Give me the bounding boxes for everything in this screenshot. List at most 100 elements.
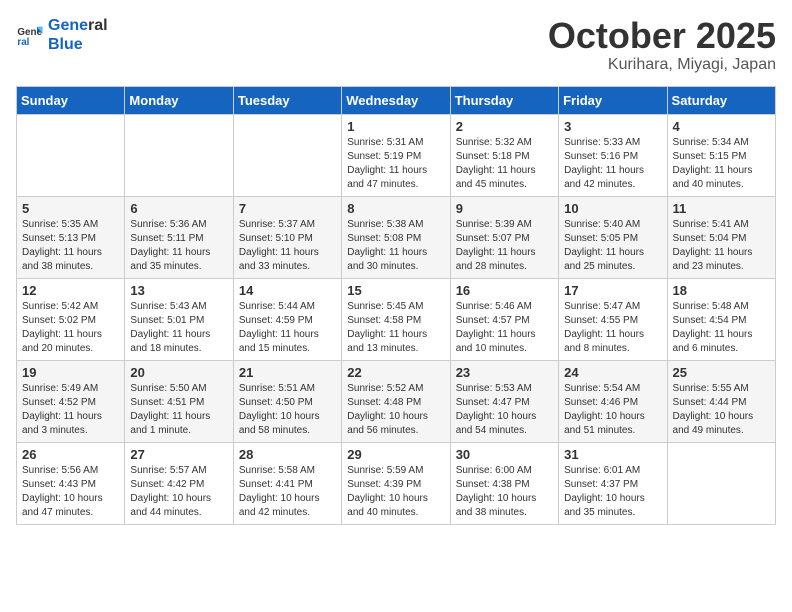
day-info: Sunrise: 5:39 AM Sunset: 5:07 PM Dayligh… xyxy=(456,218,553,274)
day-info: Sunrise: 5:34 AM Sunset: 5:15 PM Dayligh… xyxy=(673,136,770,192)
day-number: 5 xyxy=(22,201,119,216)
calendar-cell: 23 Sunrise: 5:53 AM Sunset: 4:47 PM Dayli… xyxy=(450,360,558,442)
title-block: October 2025 Kurihara, Miyagi, Japan xyxy=(548,16,776,74)
day-number: 3 xyxy=(564,119,661,134)
day-number: 29 xyxy=(347,447,444,462)
calendar-week-2: 5 Sunrise: 5:35 AM Sunset: 5:13 PM Daylig… xyxy=(17,196,776,278)
logo-text: General Blue xyxy=(48,16,108,54)
day-info: Sunrise: 5:46 AM Sunset: 4:57 PM Dayligh… xyxy=(456,300,553,356)
day-info: Sunrise: 5:49 AM Sunset: 4:52 PM Dayligh… xyxy=(22,382,119,438)
weekday-header-tuesday: Tuesday xyxy=(233,86,341,114)
day-number: 2 xyxy=(456,119,553,134)
logo-icon: Gene ral xyxy=(16,21,44,49)
calendar-cell: 13Sunrise: 5:43 AM Sunset: 5:01 PM Dayli… xyxy=(125,278,233,360)
svg-text:ral: ral xyxy=(17,37,29,48)
day-info: Sunrise: 5:42 AM Sunset: 5:02 PM Dayligh… xyxy=(22,300,119,356)
page-header: Gene ral General Blue October 2025 Kurih… xyxy=(16,16,776,74)
calendar-cell xyxy=(17,114,125,196)
day-info: Sunrise: 5:43 AM Sunset: 5:01 PM Dayligh… xyxy=(130,300,227,356)
day-number: 17 xyxy=(564,283,661,298)
calendar-cell: 2 Sunrise: 5:32 AM Sunset: 5:18 PM Daylig… xyxy=(450,114,558,196)
day-number: 22 xyxy=(347,365,444,380)
calendar-cell: 14 Sunrise: 5:44 AM Sunset: 4:59 PM Dayli… xyxy=(233,278,341,360)
day-info: Sunrise: 6:00 AM Sunset: 4:38 PM Dayligh… xyxy=(456,464,553,520)
day-info: Sunrise: 5:32 AM Sunset: 5:18 PM Dayligh… xyxy=(456,136,553,192)
calendar-cell: 25 Sunrise: 5:55 AM Sunset: 4:44 PM Dayli… xyxy=(667,360,775,442)
day-number: 31 xyxy=(564,447,661,462)
calendar-cell: 31Sunrise: 6:01 AM Sunset: 4:37 PM Dayli… xyxy=(559,442,667,524)
day-number: 18 xyxy=(673,283,770,298)
day-info: Sunrise: 5:59 AM Sunset: 4:39 PM Dayligh… xyxy=(347,464,444,520)
calendar-cell xyxy=(125,114,233,196)
weekday-header-sunday: Sunday xyxy=(17,86,125,114)
day-number: 7 xyxy=(239,201,336,216)
calendar-title: October 2025 xyxy=(548,16,776,56)
day-number: 6 xyxy=(130,201,227,216)
calendar-cell: 10Sunrise: 5:40 AM Sunset: 5:05 PM Dayli… xyxy=(559,196,667,278)
weekday-header-wednesday: Wednesday xyxy=(342,86,450,114)
calendar-cell: 8 Sunrise: 5:38 AM Sunset: 5:08 PM Daylig… xyxy=(342,196,450,278)
day-number: 23 xyxy=(456,365,553,380)
day-number: 11 xyxy=(673,201,770,216)
calendar-cell: 6 Sunrise: 5:36 AM Sunset: 5:11 PM Daylig… xyxy=(125,196,233,278)
day-info: Sunrise: 5:36 AM Sunset: 5:11 PM Dayligh… xyxy=(130,218,227,274)
day-info: Sunrise: 5:47 AM Sunset: 4:55 PM Dayligh… xyxy=(564,300,661,356)
day-info: Sunrise: 5:53 AM Sunset: 4:47 PM Dayligh… xyxy=(456,382,553,438)
day-info: Sunrise: 5:58 AM Sunset: 4:41 PM Dayligh… xyxy=(239,464,336,520)
calendar-cell: 11 Sunrise: 5:41 AM Sunset: 5:04 PM Dayli… xyxy=(667,196,775,278)
calendar-cell xyxy=(233,114,341,196)
day-number: 20 xyxy=(130,365,227,380)
day-info: Sunrise: 5:48 AM Sunset: 4:54 PM Dayligh… xyxy=(673,300,770,356)
calendar-cell: 3Sunrise: 5:33 AM Sunset: 5:16 PM Daylig… xyxy=(559,114,667,196)
day-info: Sunrise: 5:51 AM Sunset: 4:50 PM Dayligh… xyxy=(239,382,336,438)
day-info: Sunrise: 5:50 AM Sunset: 4:51 PM Dayligh… xyxy=(130,382,227,438)
day-info: Sunrise: 5:57 AM Sunset: 4:42 PM Dayligh… xyxy=(130,464,227,520)
calendar-cell: 30Sunrise: 6:00 AM Sunset: 4:38 PM Dayli… xyxy=(450,442,558,524)
calendar-table: SundayMondayTuesdayWednesdayThursdayFrid… xyxy=(16,86,776,525)
day-info: Sunrise: 5:31 AM Sunset: 5:19 PM Dayligh… xyxy=(347,136,444,192)
day-number: 26 xyxy=(22,447,119,462)
calendar-cell: 18 Sunrise: 5:48 AM Sunset: 4:54 PM Dayli… xyxy=(667,278,775,360)
calendar-cell: 4Sunrise: 5:34 AM Sunset: 5:15 PM Daylig… xyxy=(667,114,775,196)
day-number: 9 xyxy=(456,201,553,216)
calendar-cell: 22Sunrise: 5:52 AM Sunset: 4:48 PM Dayli… xyxy=(342,360,450,442)
calendar-cell: 20 Sunrise: 5:50 AM Sunset: 4:51 PM Dayli… xyxy=(125,360,233,442)
calendar-cell: 28 Sunrise: 5:58 AM Sunset: 4:41 PM Dayli… xyxy=(233,442,341,524)
calendar-cell: 9 Sunrise: 5:39 AM Sunset: 5:07 PM Daylig… xyxy=(450,196,558,278)
calendar-cell: 16 Sunrise: 5:46 AM Sunset: 4:57 PM Dayli… xyxy=(450,278,558,360)
day-info: Sunrise: 5:38 AM Sunset: 5:08 PM Dayligh… xyxy=(347,218,444,274)
calendar-cell: 1 Sunrise: 5:31 AM Sunset: 5:19 PM Daylig… xyxy=(342,114,450,196)
day-info: Sunrise: 5:41 AM Sunset: 5:04 PM Dayligh… xyxy=(673,218,770,274)
calendar-cell: 15 Sunrise: 5:45 AM Sunset: 4:58 PM Dayli… xyxy=(342,278,450,360)
day-number: 25 xyxy=(673,365,770,380)
day-number: 27 xyxy=(130,447,227,462)
day-number: 28 xyxy=(239,447,336,462)
day-number: 24 xyxy=(564,365,661,380)
day-number: 8 xyxy=(347,201,444,216)
day-info: Sunrise: 5:54 AM Sunset: 4:46 PM Dayligh… xyxy=(564,382,661,438)
day-info: Sunrise: 5:37 AM Sunset: 5:10 PM Dayligh… xyxy=(239,218,336,274)
calendar-week-1: 1 Sunrise: 5:31 AM Sunset: 5:19 PM Daylig… xyxy=(17,114,776,196)
calendar-cell: 26Sunrise: 5:56 AM Sunset: 4:43 PM Dayli… xyxy=(17,442,125,524)
day-number: 1 xyxy=(347,119,444,134)
day-info: Sunrise: 5:35 AM Sunset: 5:13 PM Dayligh… xyxy=(22,218,119,274)
day-number: 16 xyxy=(456,283,553,298)
calendar-cell: 24 Sunrise: 5:54 AM Sunset: 4:46 PM Dayli… xyxy=(559,360,667,442)
logo: Gene ral General Blue xyxy=(16,16,108,54)
day-number: 15 xyxy=(347,283,444,298)
day-info: Sunrise: 5:44 AM Sunset: 4:59 PM Dayligh… xyxy=(239,300,336,356)
calendar-week-3: 12 Sunrise: 5:42 AM Sunset: 5:02 PM Dayli… xyxy=(17,278,776,360)
day-number: 21 xyxy=(239,365,336,380)
calendar-subtitle: Kurihara, Miyagi, Japan xyxy=(548,56,776,74)
weekday-header-monday: Monday xyxy=(125,86,233,114)
calendar-cell: 5 Sunrise: 5:35 AM Sunset: 5:13 PM Daylig… xyxy=(17,196,125,278)
day-info: Sunrise: 5:55 AM Sunset: 4:44 PM Dayligh… xyxy=(673,382,770,438)
day-number: 10 xyxy=(564,201,661,216)
day-number: 14 xyxy=(239,283,336,298)
calendar-cell xyxy=(667,442,775,524)
day-number: 12 xyxy=(22,283,119,298)
weekday-header-friday: Friday xyxy=(559,86,667,114)
day-info: Sunrise: 5:45 AM Sunset: 4:58 PM Dayligh… xyxy=(347,300,444,356)
weekday-header-thursday: Thursday xyxy=(450,86,558,114)
weekday-header-row: SundayMondayTuesdayWednesdayThursdayFrid… xyxy=(17,86,776,114)
